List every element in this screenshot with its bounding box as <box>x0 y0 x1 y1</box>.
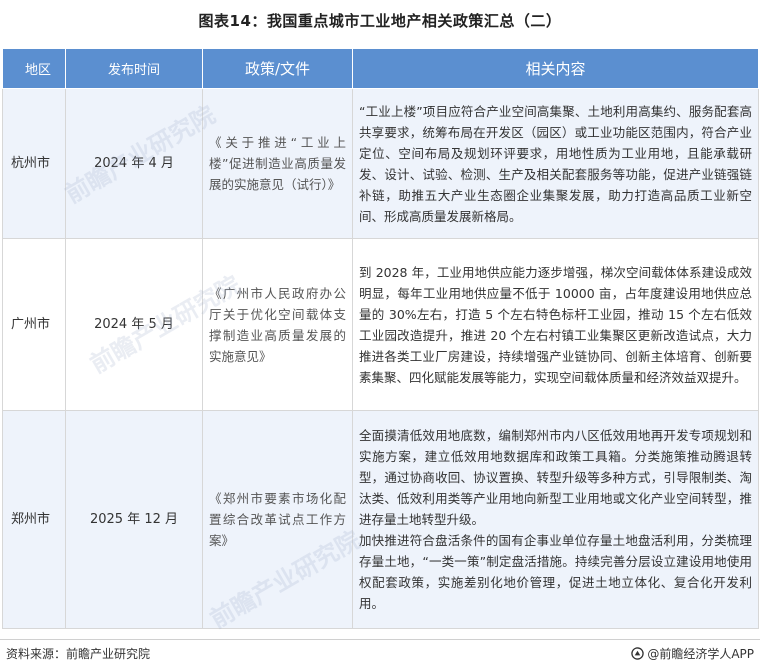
header-content: 相关内容 <box>352 48 759 89</box>
cell-date: 2024 年 4 月 <box>65 88 203 239</box>
cell-region: 郑州市 <box>2 410 66 629</box>
cell-content-paragraph-1: 全面摸清低效用地底数，编制郑州市内八区低效用地再开发专项规划和实施方案，建立低效… <box>359 428 752 527</box>
cell-policy: 《广州市人民政府办公厅关于优化空间载体支撑制造业高质量发展的实施意见》 <box>202 238 353 411</box>
cell-content: 全面摸清低效用地底数，编制郑州市内八区低效用地再开发专项规划和实施方案，建立低效… <box>352 410 759 629</box>
cell-policy: 《郑州市要素市场化配置综合改革试点工作方案》 <box>202 410 353 629</box>
source-note: 资料来源：前瞻产业研究院 <box>6 647 151 661</box>
cell-content: “工业上楼”项目应符合产业空间高集聚、土地利用高集约、服务配套高共享要求，统筹布… <box>352 88 759 239</box>
brand-logo-icon <box>631 647 645 660</box>
cell-date: 2024 年 5 月 <box>65 238 203 411</box>
cell-date: 2025 年 12 月 <box>65 410 203 629</box>
policy-table: 地区 发布时间 政策/文件 相关内容 杭州市 2024 年 4 月 《关于推进“… <box>2 48 759 629</box>
cell-content-paragraph-2: 加快推进符合盘活条件的国有企事业单位存量土地盘活利用，分类梳理存量土地，“一类一… <box>359 533 752 611</box>
table-row: 杭州市 2024 年 4 月 《关于推进“工业上楼”促进制造业高质量发展的实施意… <box>2 88 759 239</box>
cell-region: 广州市 <box>2 238 66 411</box>
brand-credit: @前瞻经济学人APP <box>631 645 754 662</box>
table-header-row: 地区 发布时间 政策/文件 相关内容 <box>2 48 759 89</box>
table-row: 郑州市 2025 年 12 月 《郑州市要素市场化配置综合改革试点工作方案》 全… <box>2 410 759 629</box>
cell-content: 到 2028 年，工业用地供应能力逐步增强，梯次空间载体体系建设成效明显，每年工… <box>352 238 759 411</box>
page-title: 图表14：我国重点城市工业地产相关政策汇总（二） <box>198 12 562 30</box>
cell-region: 杭州市 <box>2 88 66 239</box>
table-row: 广州市 2024 年 5 月 《广州市人民政府办公厅关于优化空间载体支撑制造业高… <box>2 238 759 411</box>
header-policy: 政策/文件 <box>202 48 353 89</box>
cell-policy: 《关于推进“工业上楼”促进制造业高质量发展的实施意见（试行）》 <box>202 88 353 239</box>
header-region: 地区 <box>2 48 66 89</box>
brand-text: @前瞻经济学人APP <box>647 647 754 661</box>
footer: 资料来源：前瞻产业研究院 @前瞻经济学人APP <box>0 639 760 663</box>
header-date: 发布时间 <box>65 48 203 89</box>
